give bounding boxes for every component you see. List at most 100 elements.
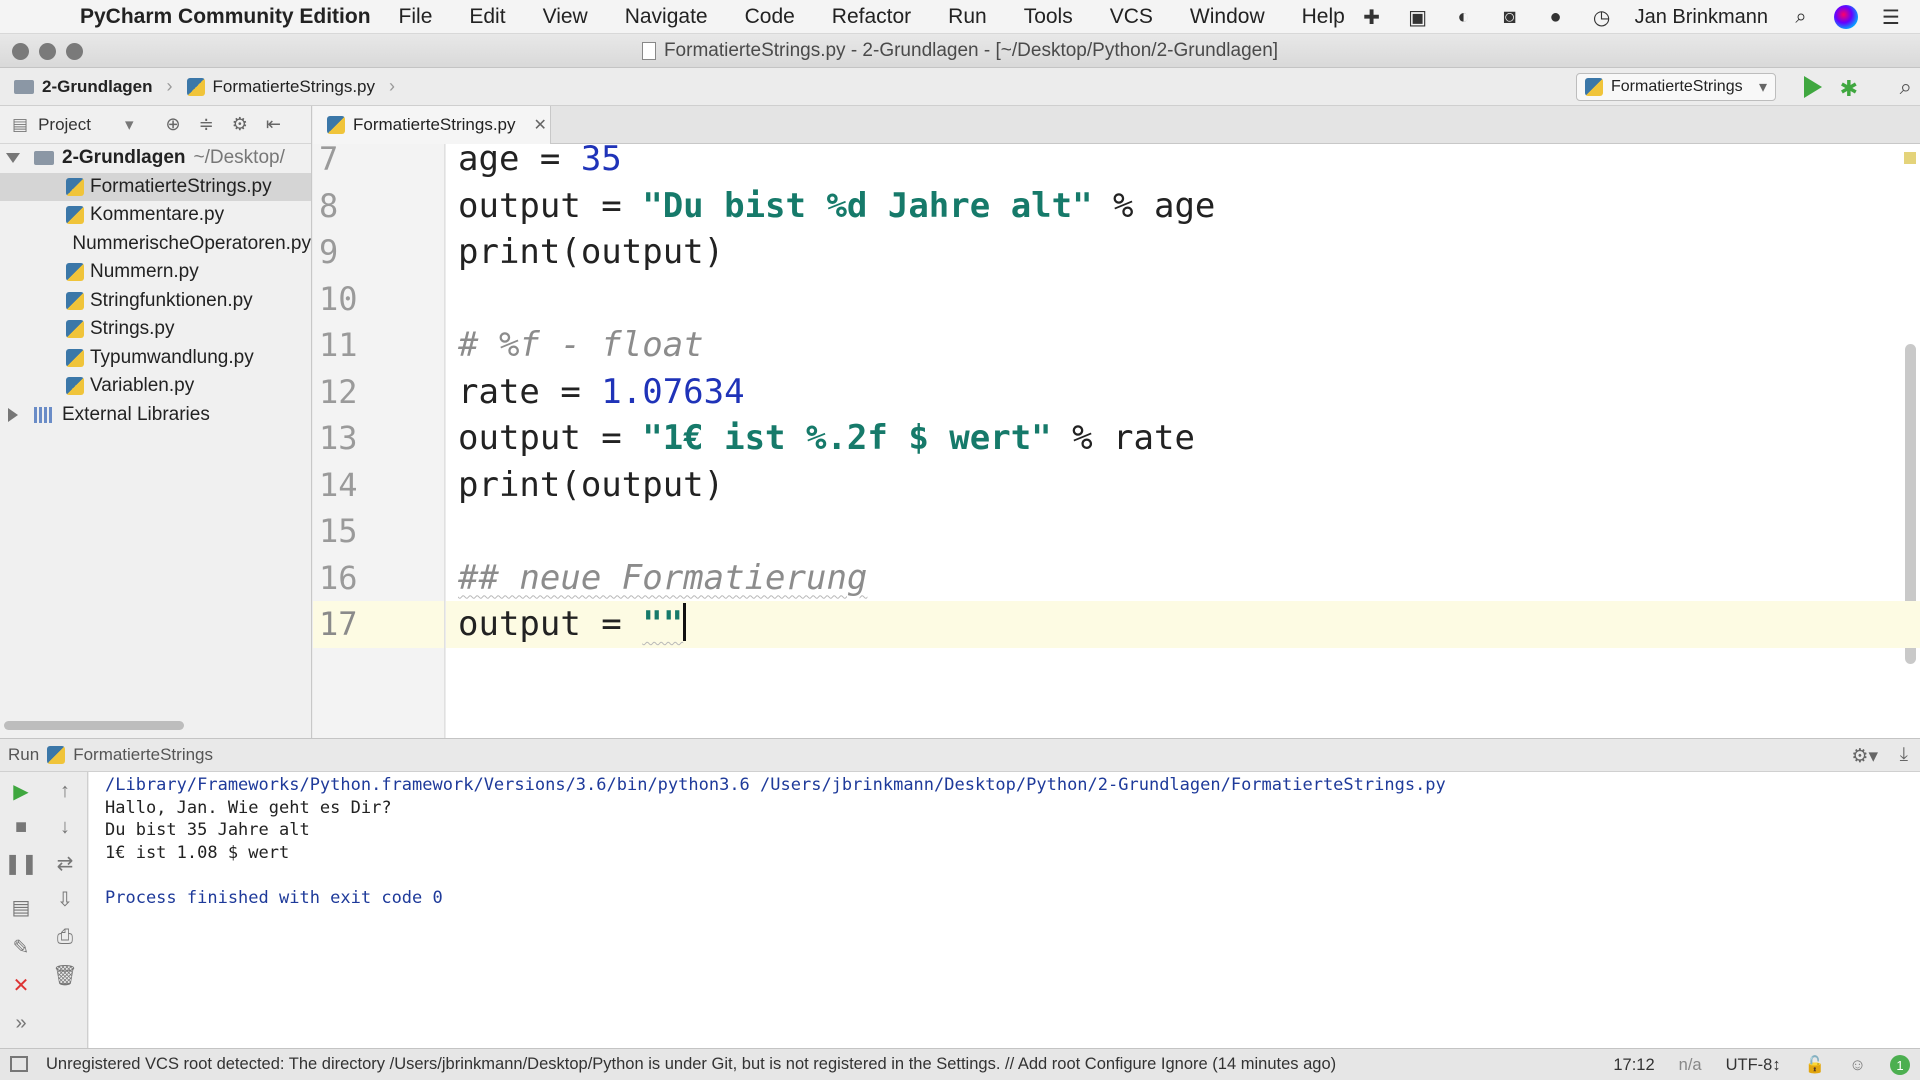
search-everywhere-icon[interactable]: ⌕: [1900, 74, 1912, 100]
menu-view[interactable]: View: [543, 5, 588, 29]
menu-code[interactable]: Code: [745, 5, 795, 29]
restore-layout-icon[interactable]: ▤: [6, 892, 36, 922]
file-encoding[interactable]: UTF-8↕: [1726, 1056, 1781, 1075]
inspector-icon[interactable]: ☺: [1849, 1056, 1866, 1075]
more-icon[interactable]: »: [6, 1008, 36, 1038]
status-message[interactable]: Unregistered VCS root detected: The dire…: [46, 1055, 1336, 1074]
camera-icon[interactable]: ◙: [1497, 5, 1523, 29]
gear-icon[interactable]: ⚙: [232, 114, 248, 135]
code-line[interactable]: output = "": [446, 601, 1920, 648]
spotlight-search-icon[interactable]: ⌕: [1788, 5, 1814, 29]
code-line[interactable]: age = 35: [446, 144, 1920, 183]
collapse-all-icon[interactable]: ≑: [199, 114, 214, 135]
project-view-select[interactable]: Project: [38, 115, 91, 135]
code-token: print(output): [458, 232, 725, 272]
line-number: 15: [319, 512, 358, 550]
menu-run[interactable]: Run: [948, 5, 987, 29]
debug-bug-icon[interactable]: ✱: [1840, 76, 1858, 102]
line-separator[interactable]: n/a: [1679, 1056, 1702, 1075]
tree-external-libraries[interactable]: External Libraries: [0, 401, 311, 430]
breadcrumb-project[interactable]: 2-Grundlagen: [42, 77, 153, 97]
tab-formatiertestrings[interactable]: FormatierteStrings.py ✕: [313, 106, 551, 144]
code-line[interactable]: ## neue Formatierung: [446, 555, 1920, 602]
tree-file-item[interactable]: Nummern.py: [0, 258, 311, 287]
code-line[interactable]: rate = 1.07634: [446, 369, 1920, 416]
caret-position[interactable]: 17:12: [1613, 1056, 1654, 1075]
gear-icon[interactable]: ⚙▾: [1851, 745, 1878, 768]
run-console-output[interactable]: /Library/Frameworks/Python.framework/Ver…: [89, 772, 1920, 1048]
tree-file-item[interactable]: FormatierteStrings.py: [0, 172, 311, 201]
close-window-button[interactable]: [12, 43, 29, 60]
tree-file-item[interactable]: Variablen.py: [0, 372, 311, 401]
scroll-to-end-icon[interactable]: ⇩: [50, 884, 80, 914]
code-editor[interactable]: age = 35 output = "Du bist %d Jahre alt" …: [446, 144, 1920, 738]
toggle-tool-windows-icon[interactable]: [10, 1056, 28, 1072]
menu-tools[interactable]: Tools: [1024, 5, 1073, 29]
horizontal-scrollbar[interactable]: [4, 721, 184, 730]
app-name-menu[interactable]: PyCharm Community Edition: [80, 5, 371, 29]
python-file-icon: [186, 77, 205, 96]
hide-panel-icon[interactable]: ⤓: [1900, 744, 1908, 766]
run-config-tab[interactable]: FormatierteStrings: [73, 745, 213, 765]
run-configuration-select[interactable]: FormatierteStrings ▾: [1576, 73, 1776, 101]
text-caret: [683, 603, 687, 641]
pin-icon[interactable]: ✎: [6, 932, 36, 962]
code-line[interactable]: # %f - float: [446, 322, 1920, 369]
zoom-window-button[interactable]: [66, 43, 83, 60]
scroll-up-icon[interactable]: ↑: [50, 776, 80, 806]
tree-file-item[interactable]: NummerischeOperatoren.py: [0, 230, 311, 259]
leaf-icon[interactable]: ◐: [1451, 5, 1477, 29]
code-line[interactable]: output = "1€ ist %.2f $ wert" % rate: [446, 415, 1920, 462]
menu-edit[interactable]: Edit: [469, 5, 505, 29]
code-line[interactable]: [446, 508, 1920, 555]
lock-icon[interactable]: 🔓: [1805, 1056, 1826, 1075]
run-toolbar: ▶ ↑ ■ ↓ ❚❚ ⇄ ▤ ⇩ ⎙ ✎ 🗑 ✕ »: [0, 772, 88, 1048]
print-icon[interactable]: ⎙: [50, 922, 80, 952]
menu-navigate[interactable]: Navigate: [625, 5, 708, 29]
stop-icon[interactable]: ■: [6, 812, 36, 842]
tree-file-item[interactable]: Stringfunktionen.py: [0, 287, 311, 316]
console-line: Process finished with exit code 0: [105, 887, 443, 908]
menu-vcs[interactable]: VCS: [1110, 5, 1153, 29]
console-line: Hallo, Jan. Wie geht es Dir?: [105, 797, 392, 818]
user-name[interactable]: Jan Brinkmann: [1635, 6, 1768, 29]
close-tab-icon[interactable]: ✕: [534, 115, 547, 135]
scroll-down-icon[interactable]: ↓: [50, 812, 80, 842]
menu-file[interactable]: File: [399, 5, 433, 29]
menu-window[interactable]: Window: [1190, 5, 1265, 29]
file-name: Stringfunktionen.py: [90, 289, 253, 311]
pause-icon[interactable]: ❚❚: [4, 848, 38, 878]
trash-icon[interactable]: 🗑: [50, 960, 80, 990]
code-line[interactable]: print(output): [446, 462, 1920, 509]
tree-root-folder[interactable]: 2-Grundlagen ~/Desktop/: [0, 144, 311, 173]
breadcrumb-file[interactable]: FormatierteStrings.py: [213, 77, 376, 97]
chevron-down-icon[interactable]: ▾: [125, 115, 134, 135]
code-line[interactable]: [446, 276, 1920, 323]
bag-icon[interactable]: ▣: [1405, 5, 1431, 29]
run-panel-label[interactable]: Run: [8, 745, 39, 765]
plus-icon[interactable]: ✚: [1359, 5, 1385, 29]
tree-file-item[interactable]: Typumwandlung.py: [0, 344, 311, 373]
tree-file-item[interactable]: Kommentare.py: [0, 201, 311, 230]
close-icon[interactable]: ✕: [6, 970, 36, 1000]
minimize-window-button[interactable]: [39, 43, 56, 60]
code-token: 1.07634: [601, 371, 745, 412]
run-button[interactable]: [1804, 76, 1822, 98]
line-number-gutter[interactable]: 7 8 9 10 11 12 13 14 15 16 17: [313, 144, 445, 738]
clock-icon[interactable]: ◷: [1589, 5, 1615, 29]
expanded-arrow-icon[interactable]: [6, 153, 20, 164]
chat-icon[interactable]: ●: [1543, 5, 1569, 29]
menu-help[interactable]: Help: [1302, 5, 1345, 29]
event-log-badge[interactable]: 1: [1890, 1055, 1910, 1075]
code-line[interactable]: output = "Du bist %d Jahre alt" % age: [446, 183, 1920, 230]
scroll-from-source-icon[interactable]: ⊕: [166, 114, 181, 135]
code-line[interactable]: print(output): [446, 229, 1920, 276]
rerun-icon[interactable]: ▶: [6, 776, 36, 806]
soft-wrap-icon[interactable]: ⇄: [50, 848, 80, 878]
collapsed-arrow-icon[interactable]: [8, 407, 18, 422]
tree-file-item[interactable]: Strings.py: [0, 315, 311, 344]
siri-icon[interactable]: [1834, 5, 1858, 29]
hide-panel-icon[interactable]: ⇤: [266, 114, 281, 135]
notification-center-icon[interactable]: ☰: [1878, 5, 1904, 29]
menu-refactor[interactable]: Refactor: [832, 5, 911, 29]
